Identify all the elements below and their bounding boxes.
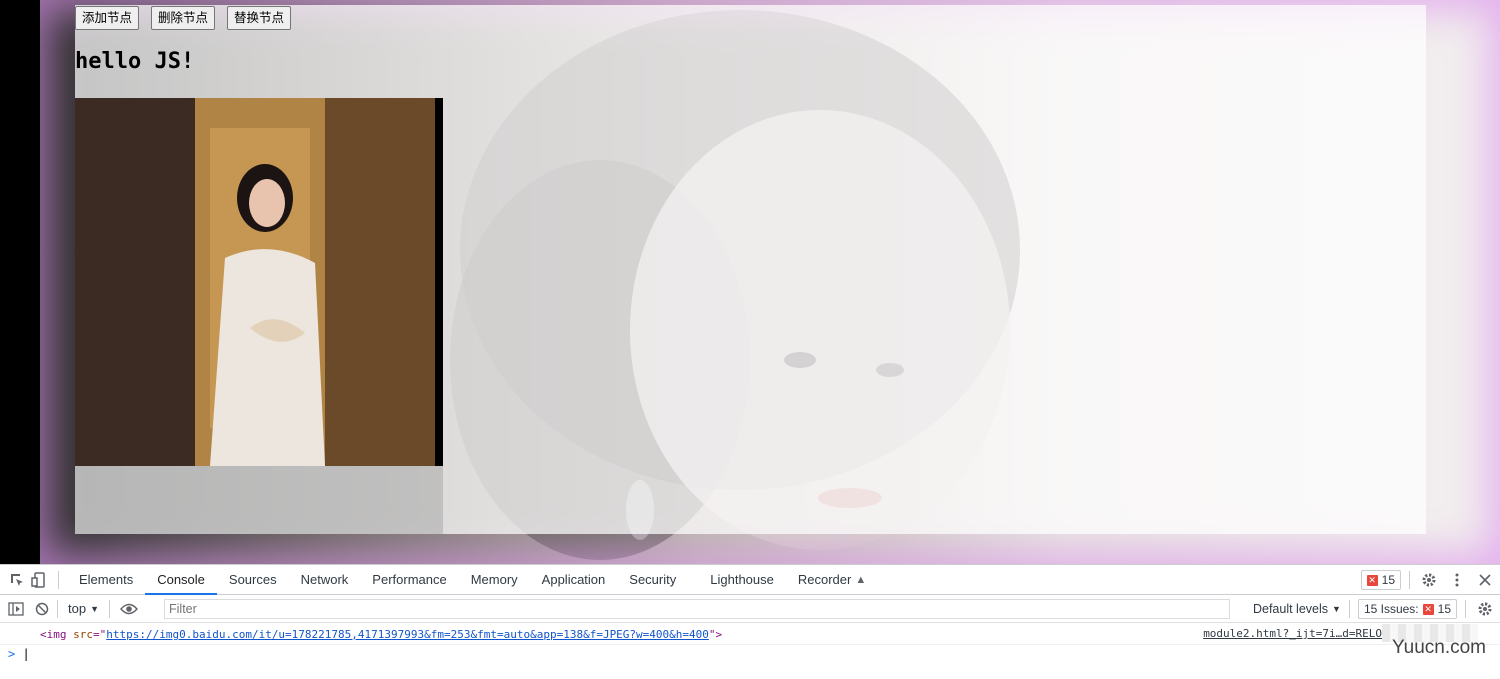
clear-console-icon[interactable] xyxy=(31,598,53,620)
log-attr-name: src xyxy=(73,628,93,641)
toolbar-actions: Default levels ▼ 15 Issues: ✕ 15 xyxy=(1253,595,1500,623)
divider xyxy=(1348,600,1350,618)
error-counter[interactable]: ✕ 15 xyxy=(1360,570,1401,590)
replace-node-button[interactable]: 替换节点 xyxy=(227,6,292,30)
console-prompt[interactable]: > | xyxy=(8,647,30,661)
console-filter-input[interactable] xyxy=(164,599,1230,619)
issues-label: 15 Issues: xyxy=(1363,602,1419,616)
log-tag-close: "> xyxy=(708,628,723,641)
log-message: <img src="https://img0.baidu.com/it/u=17… xyxy=(40,625,722,645)
divider xyxy=(109,599,110,618)
error-icon: ✕ xyxy=(1422,603,1434,615)
log-url-link[interactable]: https://img0.baidu.com/it/u=178221785,41… xyxy=(106,628,709,641)
error-count: 15 xyxy=(1381,573,1395,587)
divider xyxy=(1409,571,1410,589)
watermark: Yuucn.com xyxy=(1392,637,1486,658)
divider xyxy=(57,599,58,618)
console-log-entry: <img src="https://img0.baidu.com/it/u=17… xyxy=(0,625,1500,645)
tab-memory[interactable]: Memory xyxy=(459,565,530,595)
remove-node-button[interactable]: 删除节点 xyxy=(151,6,216,30)
divider xyxy=(1465,600,1466,618)
tab-network[interactable]: Network xyxy=(289,565,361,595)
tab-application[interactable]: Application xyxy=(530,565,618,595)
tab-recorder[interactable]: Recorder xyxy=(786,565,855,595)
dropdown-arrow-icon: ▼ xyxy=(90,603,99,614)
add-node-button[interactable]: 添加节点 xyxy=(75,6,140,30)
context-selector[interactable]: top ▼ xyxy=(62,601,105,616)
flask-icon: ▲ xyxy=(855,573,867,586)
log-levels-label: Default levels xyxy=(1252,602,1329,616)
divider xyxy=(58,570,59,589)
console-toolbar: top ▼ Default levels ▼ 15 Issues: ✕ 15 xyxy=(0,595,1500,623)
text-caret: | xyxy=(22,647,30,661)
more-options-icon[interactable] xyxy=(1446,569,1468,591)
prompt-chevron: > xyxy=(8,647,16,661)
tab-lighthouse[interactable]: Lighthouse xyxy=(698,565,786,595)
tab-sources[interactable]: Sources xyxy=(217,565,289,595)
browser-viewport: 添加节点 删除节点 替换节点 hello JS! xyxy=(0,0,1500,564)
log-tag-open: <img xyxy=(40,628,74,641)
issues-count: 15 xyxy=(1437,602,1451,616)
devtools-panel: Elements Console Sources Network Perform… xyxy=(0,564,1500,679)
inspect-element-icon[interactable] xyxy=(6,569,28,591)
page-content: 添加节点 删除节点 替换节点 hello JS! xyxy=(75,5,1426,534)
log-source-link[interactable]: module2.html?_ijt=7i…d=RELO xyxy=(1203,624,1382,644)
tab-security[interactable]: Security xyxy=(617,565,698,595)
tab-console[interactable]: Console xyxy=(145,565,217,595)
page-heading: hello JS! xyxy=(75,49,195,74)
tabbar-actions: ✕ 15 xyxy=(1360,565,1500,595)
error-icon: ✕ xyxy=(1366,574,1378,586)
log-eq: =" xyxy=(93,628,107,641)
tab-elements[interactable]: Elements xyxy=(67,565,145,595)
close-icon[interactable] xyxy=(1474,569,1496,591)
issues-counter[interactable]: 15 Issues: ✕ 15 xyxy=(1357,599,1457,619)
image-spacer xyxy=(75,466,443,534)
sidebar-toggle-icon[interactable] xyxy=(5,598,27,620)
context-label: top xyxy=(68,601,87,616)
eye-icon[interactable] xyxy=(118,598,140,620)
portrait-photo xyxy=(75,98,435,466)
inserted-image xyxy=(75,98,443,466)
tab-performance[interactable]: Performance xyxy=(360,565,458,595)
device-toolbar-icon[interactable] xyxy=(28,569,50,591)
console-settings-gear-icon[interactable] xyxy=(1474,598,1496,620)
devtools-tabbar: Elements Console Sources Network Perform… xyxy=(0,565,1500,595)
gear-icon[interactable] xyxy=(1418,569,1440,591)
image-edge xyxy=(435,98,443,466)
dropdown-arrow-icon: ▼ xyxy=(1332,604,1341,614)
log-levels-dropdown[interactable]: Default levels ▼ xyxy=(1253,602,1341,616)
button-row: 添加节点 删除节点 替换节点 xyxy=(75,6,292,30)
